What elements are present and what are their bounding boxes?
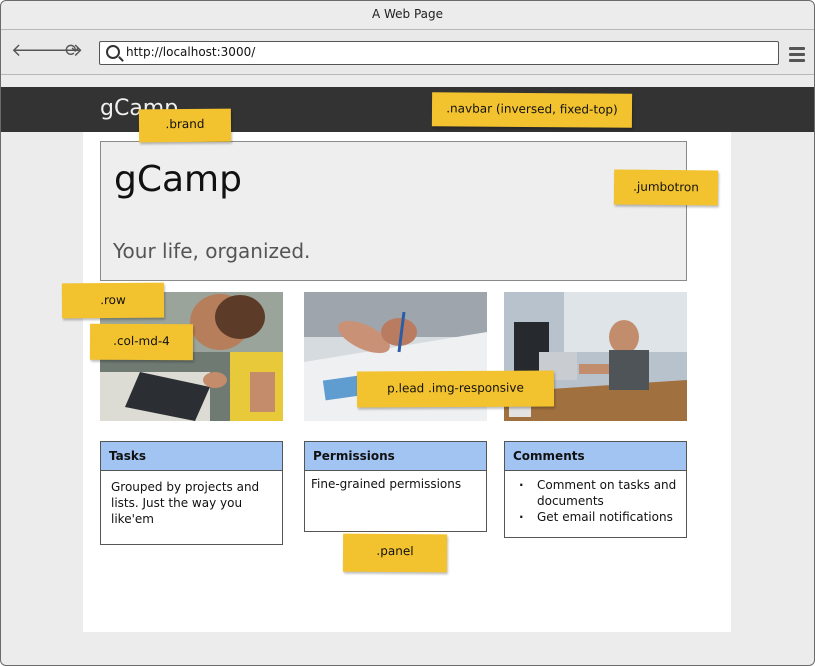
annotation-img: p.lead .img-responsive xyxy=(356,370,555,408)
comments-list: Comment on tasks and documents Get email… xyxy=(511,477,680,525)
panel-body: Comment on tasks and documents Get email… xyxy=(505,471,686,531)
panel-body: Fine-grained permissions xyxy=(311,477,462,491)
panel-heading: Comments xyxy=(505,442,686,471)
panel-body: Grouped by projects and lists. Just the … xyxy=(111,480,260,526)
url-text: http://localhost:3000/ xyxy=(126,45,256,59)
annotation-navbar: .navbar (inversed, fixed-top) xyxy=(431,92,633,128)
jumbotron-title: gCamp xyxy=(114,159,242,200)
reload-icon[interactable]: ⟳ xyxy=(65,42,79,60)
browser-window: A Web Page 🡐 🡒 ⟳ http://localhost:3000/ … xyxy=(0,0,815,666)
panel-permissions: Permissions Fine-grained permissions xyxy=(304,441,487,532)
jumbotron-lead: Your life, organized. xyxy=(113,239,311,263)
panel-heading: Tasks xyxy=(101,442,282,471)
annotation-row: .row xyxy=(61,282,165,319)
annotation-jumbotron: .jumbotron xyxy=(613,169,719,206)
list-item: Get email notifications xyxy=(519,509,680,525)
annotation-panel: .panel xyxy=(342,533,448,573)
navbar: gCamp xyxy=(1,87,814,132)
address-bar[interactable]: http://localhost:3000/ xyxy=(99,41,779,65)
list-item: Comment on tasks and documents xyxy=(519,477,680,509)
panel-heading: Permissions xyxy=(305,442,486,471)
jumbotron: gCamp Your life, organized. xyxy=(100,141,687,281)
panel-comments: Comments Comment on tasks and documents … xyxy=(504,441,687,538)
annotation-col: .col-md-4 xyxy=(89,323,194,361)
search-icon xyxy=(106,45,120,59)
panel-tasks: Tasks Grouped by projects and lists. Jus… xyxy=(100,441,283,545)
annotation-brand: .brand xyxy=(138,108,232,143)
browser-toolbar: 🡐 🡒 ⟳ http://localhost:3000/ xyxy=(1,29,814,75)
window-title: A Web Page xyxy=(371,7,444,21)
hamburger-menu-icon[interactable] xyxy=(789,47,805,65)
